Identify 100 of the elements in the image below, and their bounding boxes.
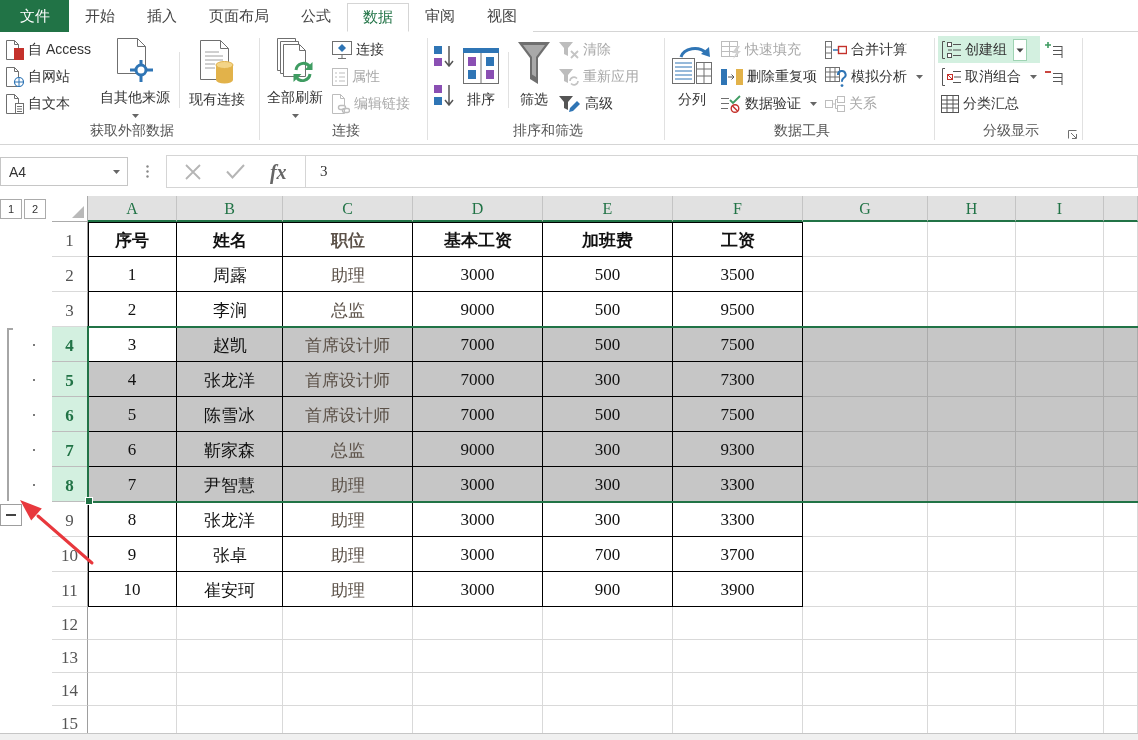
table-cell[interactable] [177, 640, 283, 673]
table-cell[interactable]: 3000 [413, 502, 543, 537]
insert-function-button[interactable]: fx [269, 161, 287, 182]
table-cell[interactable]: 助理 [283, 257, 413, 292]
table-cell[interactable]: 首席设计师 [283, 362, 413, 397]
table-cell[interactable]: 2 [88, 292, 177, 327]
table-cell[interactable]: 助理 [283, 502, 413, 537]
dialog-launcher-button[interactable] [1068, 129, 1077, 139]
table-cell[interactable] [803, 397, 928, 432]
row-header[interactable]: 8 [52, 467, 88, 502]
table-cell[interactable] [928, 327, 1016, 362]
table-cell[interactable]: 周露 [177, 257, 283, 292]
table-cell[interactable] [1016, 607, 1104, 640]
table-cell[interactable] [88, 640, 177, 673]
row-header[interactable]: 9 [52, 502, 88, 537]
table-cell[interactable] [283, 673, 413, 706]
table-cell[interactable]: 姓名 [177, 222, 283, 257]
table-cell[interactable] [928, 432, 1016, 467]
ribbon-button[interactable]: 删除重复项 [718, 63, 820, 90]
table-cell[interactable] [283, 640, 413, 673]
table-cell[interactable] [928, 257, 1016, 292]
table-cell[interactable] [1104, 502, 1138, 537]
table-cell[interactable]: 张卓 [177, 537, 283, 572]
table-cell[interactable] [673, 607, 803, 640]
cancel-button[interactable] [185, 163, 202, 180]
table-cell[interactable]: 7000 [413, 362, 543, 397]
table-cell[interactable]: 4 [88, 362, 177, 397]
table-cell[interactable]: 7 [88, 467, 177, 502]
row-header[interactable]: 1 [52, 222, 88, 257]
table-cell[interactable]: 9000 [413, 432, 543, 467]
enter-button[interactable] [226, 164, 246, 179]
table-cell[interactable] [413, 607, 543, 640]
ribbon-button[interactable]: 高级 [556, 90, 642, 117]
table-cell[interactable]: 300 [543, 467, 673, 502]
table-cell[interactable]: 助理 [283, 572, 413, 607]
table-cell[interactable] [803, 640, 928, 673]
file-tab[interactable]: 文件 [0, 0, 69, 32]
table-cell[interactable] [543, 640, 673, 673]
ribbon-button[interactable]: 排序 [459, 36, 503, 118]
ribbon-tab[interactable]: 数据 [347, 3, 409, 32]
table-cell[interactable] [803, 537, 928, 572]
table-cell[interactable] [1016, 432, 1104, 467]
row-header[interactable]: 13 [52, 640, 88, 673]
table-cell[interactable] [1104, 257, 1138, 292]
table-cell[interactable] [803, 502, 928, 537]
table-cell[interactable] [1016, 327, 1104, 362]
collapse-button[interactable] [0, 504, 22, 526]
table-cell[interactable] [1016, 222, 1104, 257]
ribbon-button[interactable]: 取消组合 [938, 63, 1040, 90]
ribbon-button[interactable]: 合并计算 [822, 36, 926, 63]
row-header[interactable]: 2 [52, 257, 88, 292]
table-cell[interactable] [1104, 467, 1138, 502]
column-header[interactable]: C [283, 196, 413, 222]
row-header[interactable]: 4 [52, 327, 88, 362]
table-cell[interactable] [928, 362, 1016, 397]
column-header[interactable]: D [413, 196, 543, 222]
table-cell[interactable] [928, 467, 1016, 502]
table-cell[interactable] [543, 673, 673, 706]
table-cell[interactable]: 3900 [673, 572, 803, 607]
outline-level-button[interactable]: 1 [0, 199, 22, 219]
table-cell[interactable]: 崔安珂 [177, 572, 283, 607]
row-header[interactable]: 11 [52, 572, 88, 607]
table-cell[interactable]: 10 [88, 572, 177, 607]
table-cell[interactable] [1016, 673, 1104, 706]
table-cell[interactable] [177, 607, 283, 640]
table-cell[interactable]: 3000 [413, 467, 543, 502]
ribbon-button[interactable]: 自网站 [3, 63, 94, 90]
table-cell[interactable]: 3000 [413, 572, 543, 607]
table-cell[interactable] [803, 467, 928, 502]
fill-handle[interactable] [85, 497, 93, 505]
table-cell[interactable] [928, 572, 1016, 607]
table-cell[interactable] [413, 640, 543, 673]
table-cell[interactable]: 3300 [673, 502, 803, 537]
table-cell[interactable]: 助理 [283, 537, 413, 572]
table-cell[interactable]: 500 [543, 327, 673, 362]
table-cell[interactable]: 助理 [283, 467, 413, 502]
column-header[interactable]: F [673, 196, 803, 222]
row-header[interactable]: 5 [52, 362, 88, 397]
table-cell[interactable]: 张龙洋 [177, 362, 283, 397]
table-cell[interactable] [1016, 362, 1104, 397]
table-cell[interactable]: 6 [88, 432, 177, 467]
table-cell[interactable] [1016, 572, 1104, 607]
table-cell[interactable] [1016, 467, 1104, 502]
row-header[interactable]: 3 [52, 292, 88, 327]
ribbon-button[interactable]: 分类汇总 [938, 90, 1040, 117]
table-cell[interactable]: 3700 [673, 537, 803, 572]
table-cell[interactable]: 9 [88, 537, 177, 572]
table-cell[interactable] [928, 397, 1016, 432]
table-cell[interactable] [928, 502, 1016, 537]
table-cell[interactable] [1016, 257, 1104, 292]
column-header[interactable]: A [88, 196, 177, 222]
table-cell[interactable]: 职位 [283, 222, 413, 257]
table-cell[interactable] [1104, 607, 1138, 640]
table-cell[interactable] [1104, 327, 1138, 362]
table-cell[interactable] [803, 327, 928, 362]
table-cell[interactable] [1104, 432, 1138, 467]
row-header[interactable]: 6 [52, 397, 88, 432]
table-cell[interactable]: 3000 [413, 257, 543, 292]
table-cell[interactable] [1016, 640, 1104, 673]
table-cell[interactable] [1016, 537, 1104, 572]
